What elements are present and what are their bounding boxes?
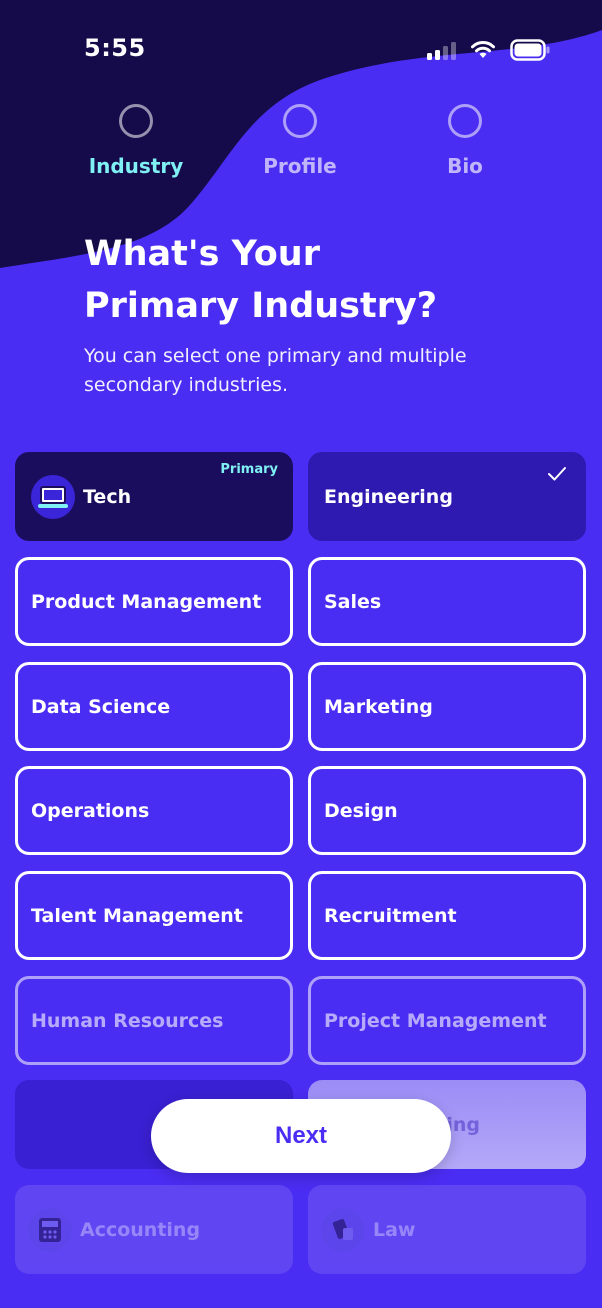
step-label: Bio xyxy=(447,154,483,178)
industry-option-tech[interactable]: Tech Primary xyxy=(15,452,293,541)
step-label: Industry xyxy=(88,154,184,178)
page-title: What's Your Primary Industry? xyxy=(84,228,544,332)
bottom-fade-overlay xyxy=(0,1270,602,1308)
industry-label: Operations xyxy=(31,799,150,822)
industry-label: Design xyxy=(324,799,398,822)
status-bar: 5:55 xyxy=(0,0,602,96)
industry-label: Product Management xyxy=(31,590,262,613)
next-button[interactable]: Next xyxy=(151,1099,451,1173)
step-bio[interactable]: Bio xyxy=(405,104,525,178)
industry-label: Project Management xyxy=(324,1009,547,1032)
page-title-line-1: What's Your xyxy=(84,234,320,274)
industry-option-talent-management[interactable]: Talent Management xyxy=(15,871,293,960)
checkmark-icon xyxy=(548,467,566,481)
industry-label: Engineering xyxy=(324,485,453,508)
page-subtitle: You can select one primary and multiple … xyxy=(84,345,467,396)
calculator-icon xyxy=(28,1207,72,1252)
industry-option-law[interactable]: Law xyxy=(308,1185,586,1274)
step-label: Profile xyxy=(263,154,337,178)
step-indicator-icon xyxy=(448,104,482,138)
wifi-icon xyxy=(471,41,495,58)
step-profile[interactable]: Profile xyxy=(240,104,360,178)
step-indicator-icon xyxy=(119,104,153,138)
industry-label: Data Science xyxy=(31,695,171,718)
industry-label: Talent Management xyxy=(31,904,243,927)
industry-option-human-resources[interactable]: Human Resources xyxy=(15,976,293,1065)
industry-option-operations[interactable]: Operations xyxy=(15,766,293,855)
industry-label: Marketing xyxy=(324,695,433,718)
status-time: 5:55 xyxy=(84,34,146,62)
industry-option-engineering[interactable]: Engineering xyxy=(308,452,586,541)
industry-option-sales[interactable]: Sales xyxy=(308,557,586,646)
industry-option-data-science[interactable]: Data Science xyxy=(15,662,293,751)
onboarding-stepper: Industry Profile Bio xyxy=(0,104,602,184)
step-indicator-icon xyxy=(283,104,317,138)
primary-badge: Primary xyxy=(220,462,278,477)
industry-option-design[interactable]: Design xyxy=(308,766,586,855)
industry-label: Law xyxy=(373,1218,416,1241)
laptop-icon xyxy=(31,474,75,519)
industry-label: Recruitment xyxy=(324,904,457,927)
gavel-icon xyxy=(321,1207,365,1252)
industry-label: Tech xyxy=(83,485,132,508)
industry-option-accounting[interactable]: Accounting xyxy=(15,1185,293,1274)
industry-option-recruitment[interactable]: Recruitment xyxy=(308,871,586,960)
industry-label: Accounting xyxy=(80,1218,201,1241)
industry-label: Human Resources xyxy=(31,1009,224,1032)
industry-option-marketing[interactable]: Marketing xyxy=(308,662,586,751)
industry-label: Sales xyxy=(324,590,382,613)
industry-option-project-management[interactable]: Project Management xyxy=(308,976,586,1065)
industry-label: ing xyxy=(446,1113,480,1136)
cellular-signal-icon xyxy=(427,40,456,60)
status-icons xyxy=(427,36,550,64)
battery-icon xyxy=(510,39,550,61)
step-industry[interactable]: Industry xyxy=(76,104,196,178)
industry-option-product-management[interactable]: Product Management xyxy=(15,557,293,646)
page-title-line-2: Primary Industry? xyxy=(84,286,438,326)
